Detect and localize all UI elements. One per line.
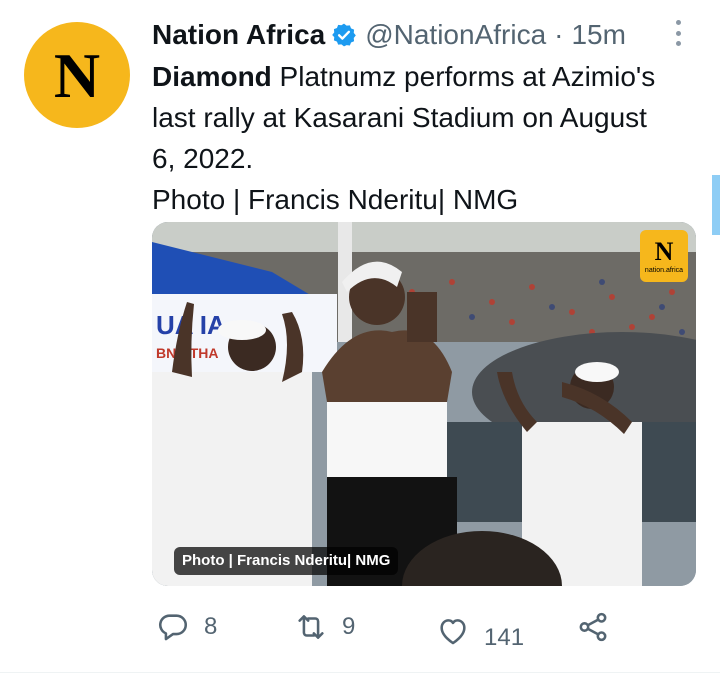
- tweet-text: Diamond Platnumz performs at Azimio's la…: [152, 56, 692, 220]
- tweet-photo[interactable]: UA IA BNA THA N nation.africa Photo | Fr…: [152, 222, 696, 586]
- tweet-text-line1: Platnumz performs at Azimio's: [271, 61, 656, 92]
- divider: [0, 672, 720, 673]
- tweet-text-line3: 6, 2022.: [152, 143, 254, 174]
- nation-logo: N nation.africa: [640, 230, 688, 282]
- scrollbar[interactable]: [712, 175, 720, 235]
- logo-text: nation.africa: [644, 266, 684, 274]
- reply-icon: [159, 614, 188, 641]
- like-button[interactable]: 141: [436, 610, 524, 652]
- more-icon[interactable]: [674, 20, 682, 46]
- separator-dot: ·: [554, 19, 564, 50]
- tweet-text-bold: Diamond: [152, 61, 272, 92]
- reply-button[interactable]: 8: [156, 610, 217, 644]
- timestamp[interactable]: 15m: [571, 19, 625, 51]
- avatar[interactable]: N: [24, 22, 130, 128]
- photo-caption: Photo | Francis Nderitu| NMG: [174, 547, 399, 575]
- avatar-letter: N: [53, 40, 101, 111]
- retweet-button[interactable]: 9: [294, 610, 355, 644]
- retweet-icon: [298, 615, 324, 639]
- tweet-card[interactable]: N Nation Africa @NationAfrica · 15m Diam…: [0, 0, 720, 681]
- tweet-text-line2: last rally at Kasarani Stadium on August: [152, 102, 647, 133]
- tweet-header: Nation Africa @NationAfrica · 15m: [152, 14, 626, 56]
- author-name[interactable]: Nation Africa: [152, 19, 325, 51]
- like-count: 141: [484, 624, 525, 651]
- stadium-photo: UA IA BNA THA: [152, 222, 696, 586]
- share-button[interactable]: [576, 610, 610, 644]
- retweet-count: 9: [342, 613, 356, 640]
- share-icon: [579, 612, 607, 642]
- logo-letter: N: [654, 236, 674, 266]
- action-bar: 8 9 141: [0, 600, 720, 656]
- reply-count: 8: [204, 613, 218, 640]
- verified-icon: [332, 23, 357, 47]
- author-handle[interactable]: @NationAfrica: [365, 19, 546, 51]
- like-icon: [440, 619, 466, 645]
- tweet-text-line4: Photo | Francis Nderitu| NMG: [152, 184, 519, 215]
